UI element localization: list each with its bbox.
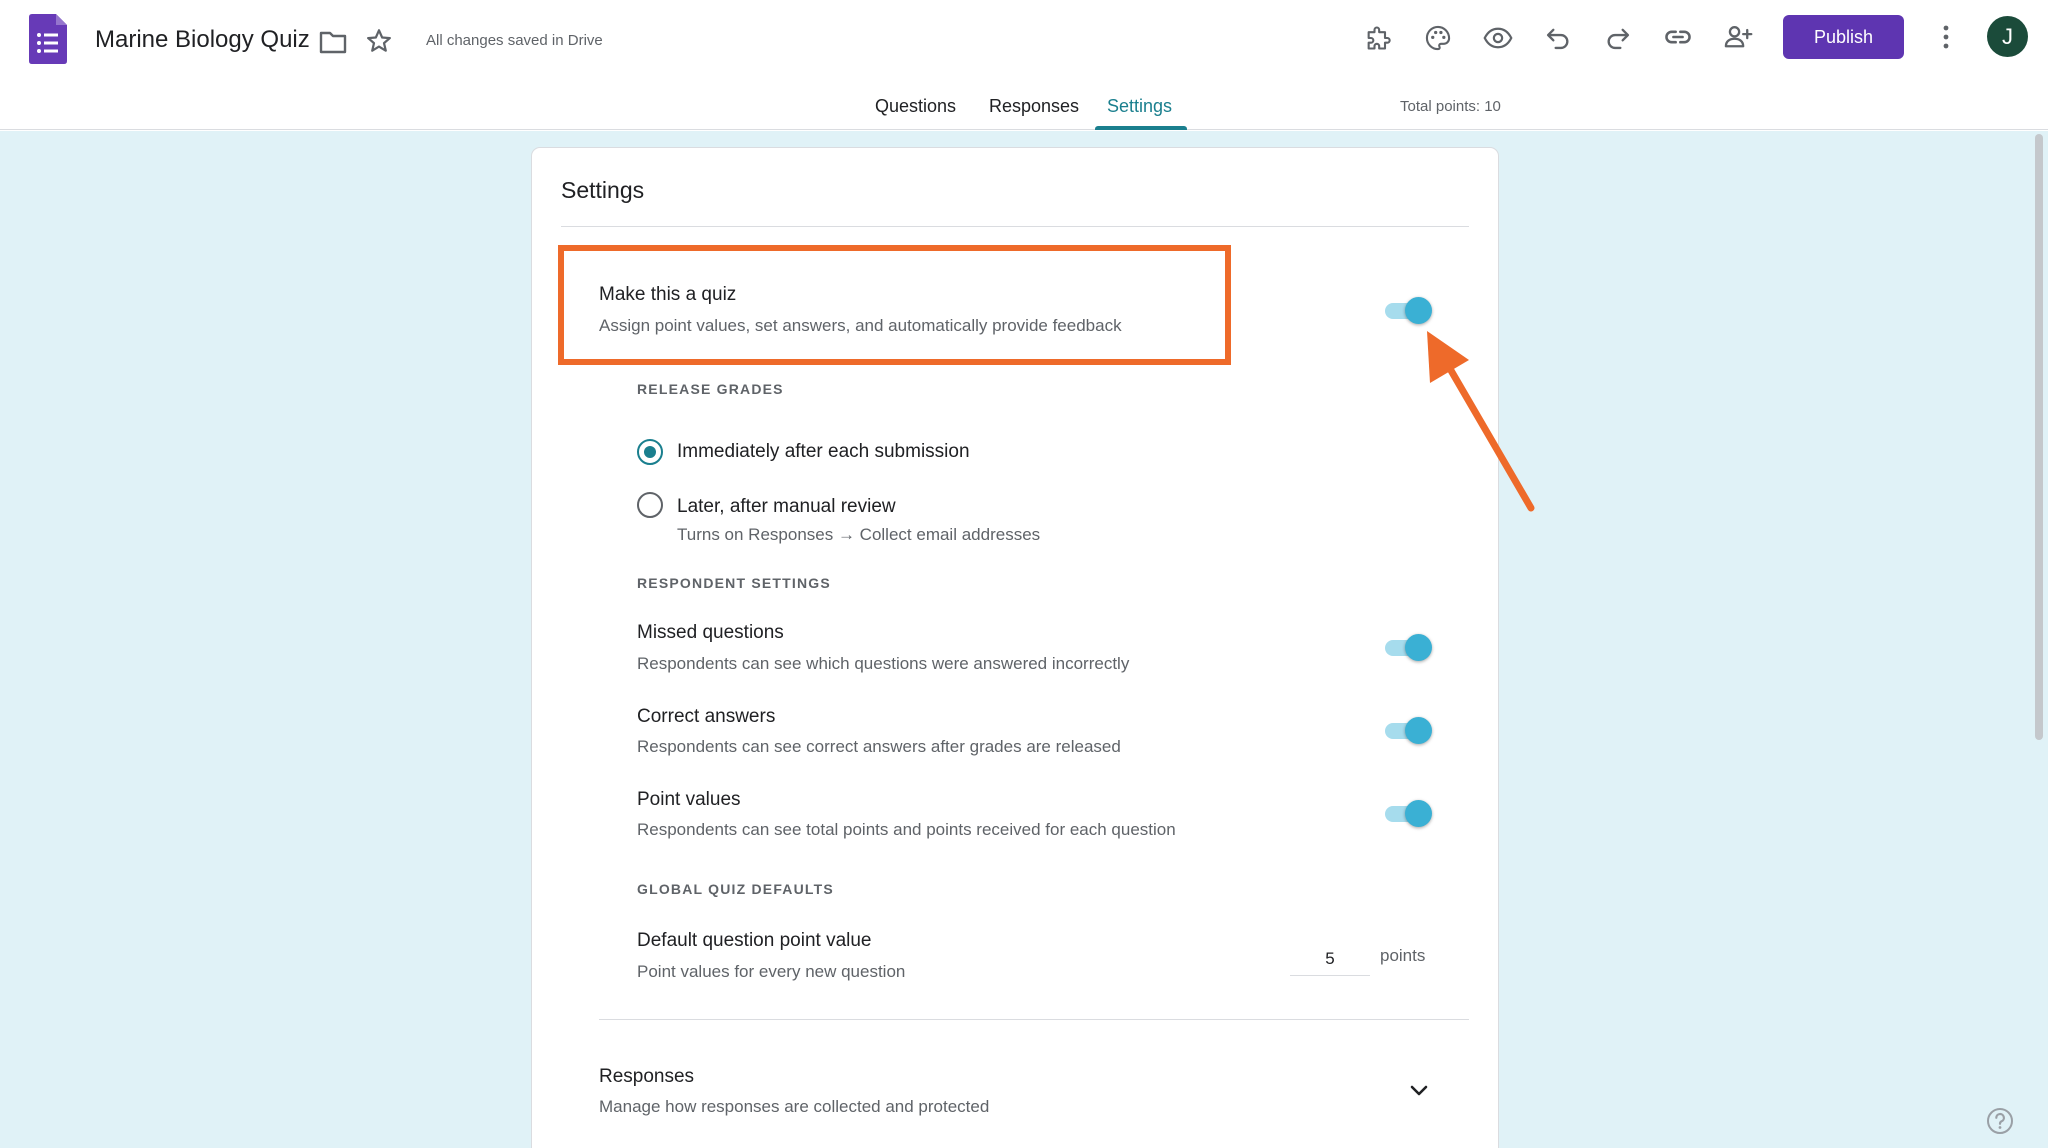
more-vert-icon[interactable]	[1926, 17, 1966, 57]
undo-icon[interactable]	[1538, 18, 1578, 58]
missed-questions-toggle[interactable]	[1383, 632, 1433, 662]
redo-icon[interactable]	[1598, 18, 1638, 58]
tab-responses[interactable]: Responses	[989, 96, 1079, 117]
release-grades-label: RELEASE GRADES	[637, 381, 784, 397]
forms-logo-icon[interactable]	[29, 14, 67, 64]
top-bar: Marine Biology Quiz All changes saved in…	[0, 0, 2048, 130]
folder-icon[interactable]	[313, 22, 353, 62]
title-divider	[561, 226, 1469, 227]
points-unit-label: points	[1380, 946, 1426, 965]
point-values-title: Point values	[637, 789, 741, 810]
add-collaborator-icon[interactable]	[1718, 17, 1758, 57]
point-values-description: Respondents can see total points and poi…	[637, 820, 1176, 839]
default-point-value-input[interactable]	[1290, 942, 1370, 976]
active-tab-indicator	[1095, 126, 1187, 130]
default-point-value-description: Point values for every new question	[637, 962, 906, 981]
star-icon[interactable]	[359, 21, 399, 61]
page-scrollbar[interactable]	[2032, 134, 2046, 1148]
missed-questions-description: Respondents can see which questions were…	[637, 654, 1130, 673]
respondent-settings-label: RESPONDENT SETTINGS	[637, 575, 831, 591]
save-status: All changes saved in Drive	[426, 32, 603, 49]
release-later-radio[interactable]	[637, 492, 663, 518]
document-title[interactable]: Marine Biology Quiz	[95, 26, 310, 54]
global-quiz-defaults-label: GLOBAL QUIZ DEFAULTS	[637, 881, 834, 897]
release-immediately-radio[interactable]	[637, 439, 663, 465]
account-avatar[interactable]: J	[1987, 16, 2028, 57]
release-later-label[interactable]: Later, after manual review	[677, 496, 896, 518]
palette-icon[interactable]	[1418, 18, 1458, 58]
responses-section-description: Manage how responses are collected and p…	[599, 1097, 990, 1116]
total-points: Total points: 10	[1400, 98, 1501, 115]
chevron-down-icon[interactable]	[1399, 1071, 1439, 1111]
pointer-arrow-icon	[1427, 331, 1535, 512]
missed-questions-title: Missed questions	[637, 622, 784, 643]
correct-answers-title: Correct answers	[637, 706, 776, 727]
correct-answers-description: Respondents can see correct answers afte…	[637, 737, 1121, 756]
release-immediately-label[interactable]: Immediately after each submission	[677, 441, 970, 463]
link-icon[interactable]	[1658, 17, 1698, 57]
add-ons-puzzle-icon[interactable]	[1358, 18, 1398, 58]
preview-eye-icon[interactable]	[1478, 18, 1518, 58]
settings-title: Settings	[561, 177, 645, 203]
release-later-note: Turns on Responses → Collect email addre…	[677, 525, 1041, 544]
help-icon[interactable]	[1985, 1106, 2015, 1136]
default-point-value-title: Default question point value	[637, 930, 872, 951]
responses-section-title[interactable]: Responses	[599, 1066, 694, 1088]
correct-answers-toggle[interactable]	[1383, 715, 1433, 745]
quiz-highlight-box	[558, 245, 1231, 365]
point-values-toggle[interactable]	[1383, 798, 1433, 828]
section-divider	[599, 1019, 1469, 1020]
tab-questions[interactable]: Questions	[875, 96, 956, 117]
scrollbar-thumb[interactable]	[2035, 134, 2043, 740]
publish-button[interactable]: Publish	[1783, 15, 1904, 59]
tab-settings[interactable]: Settings	[1107, 96, 1172, 117]
